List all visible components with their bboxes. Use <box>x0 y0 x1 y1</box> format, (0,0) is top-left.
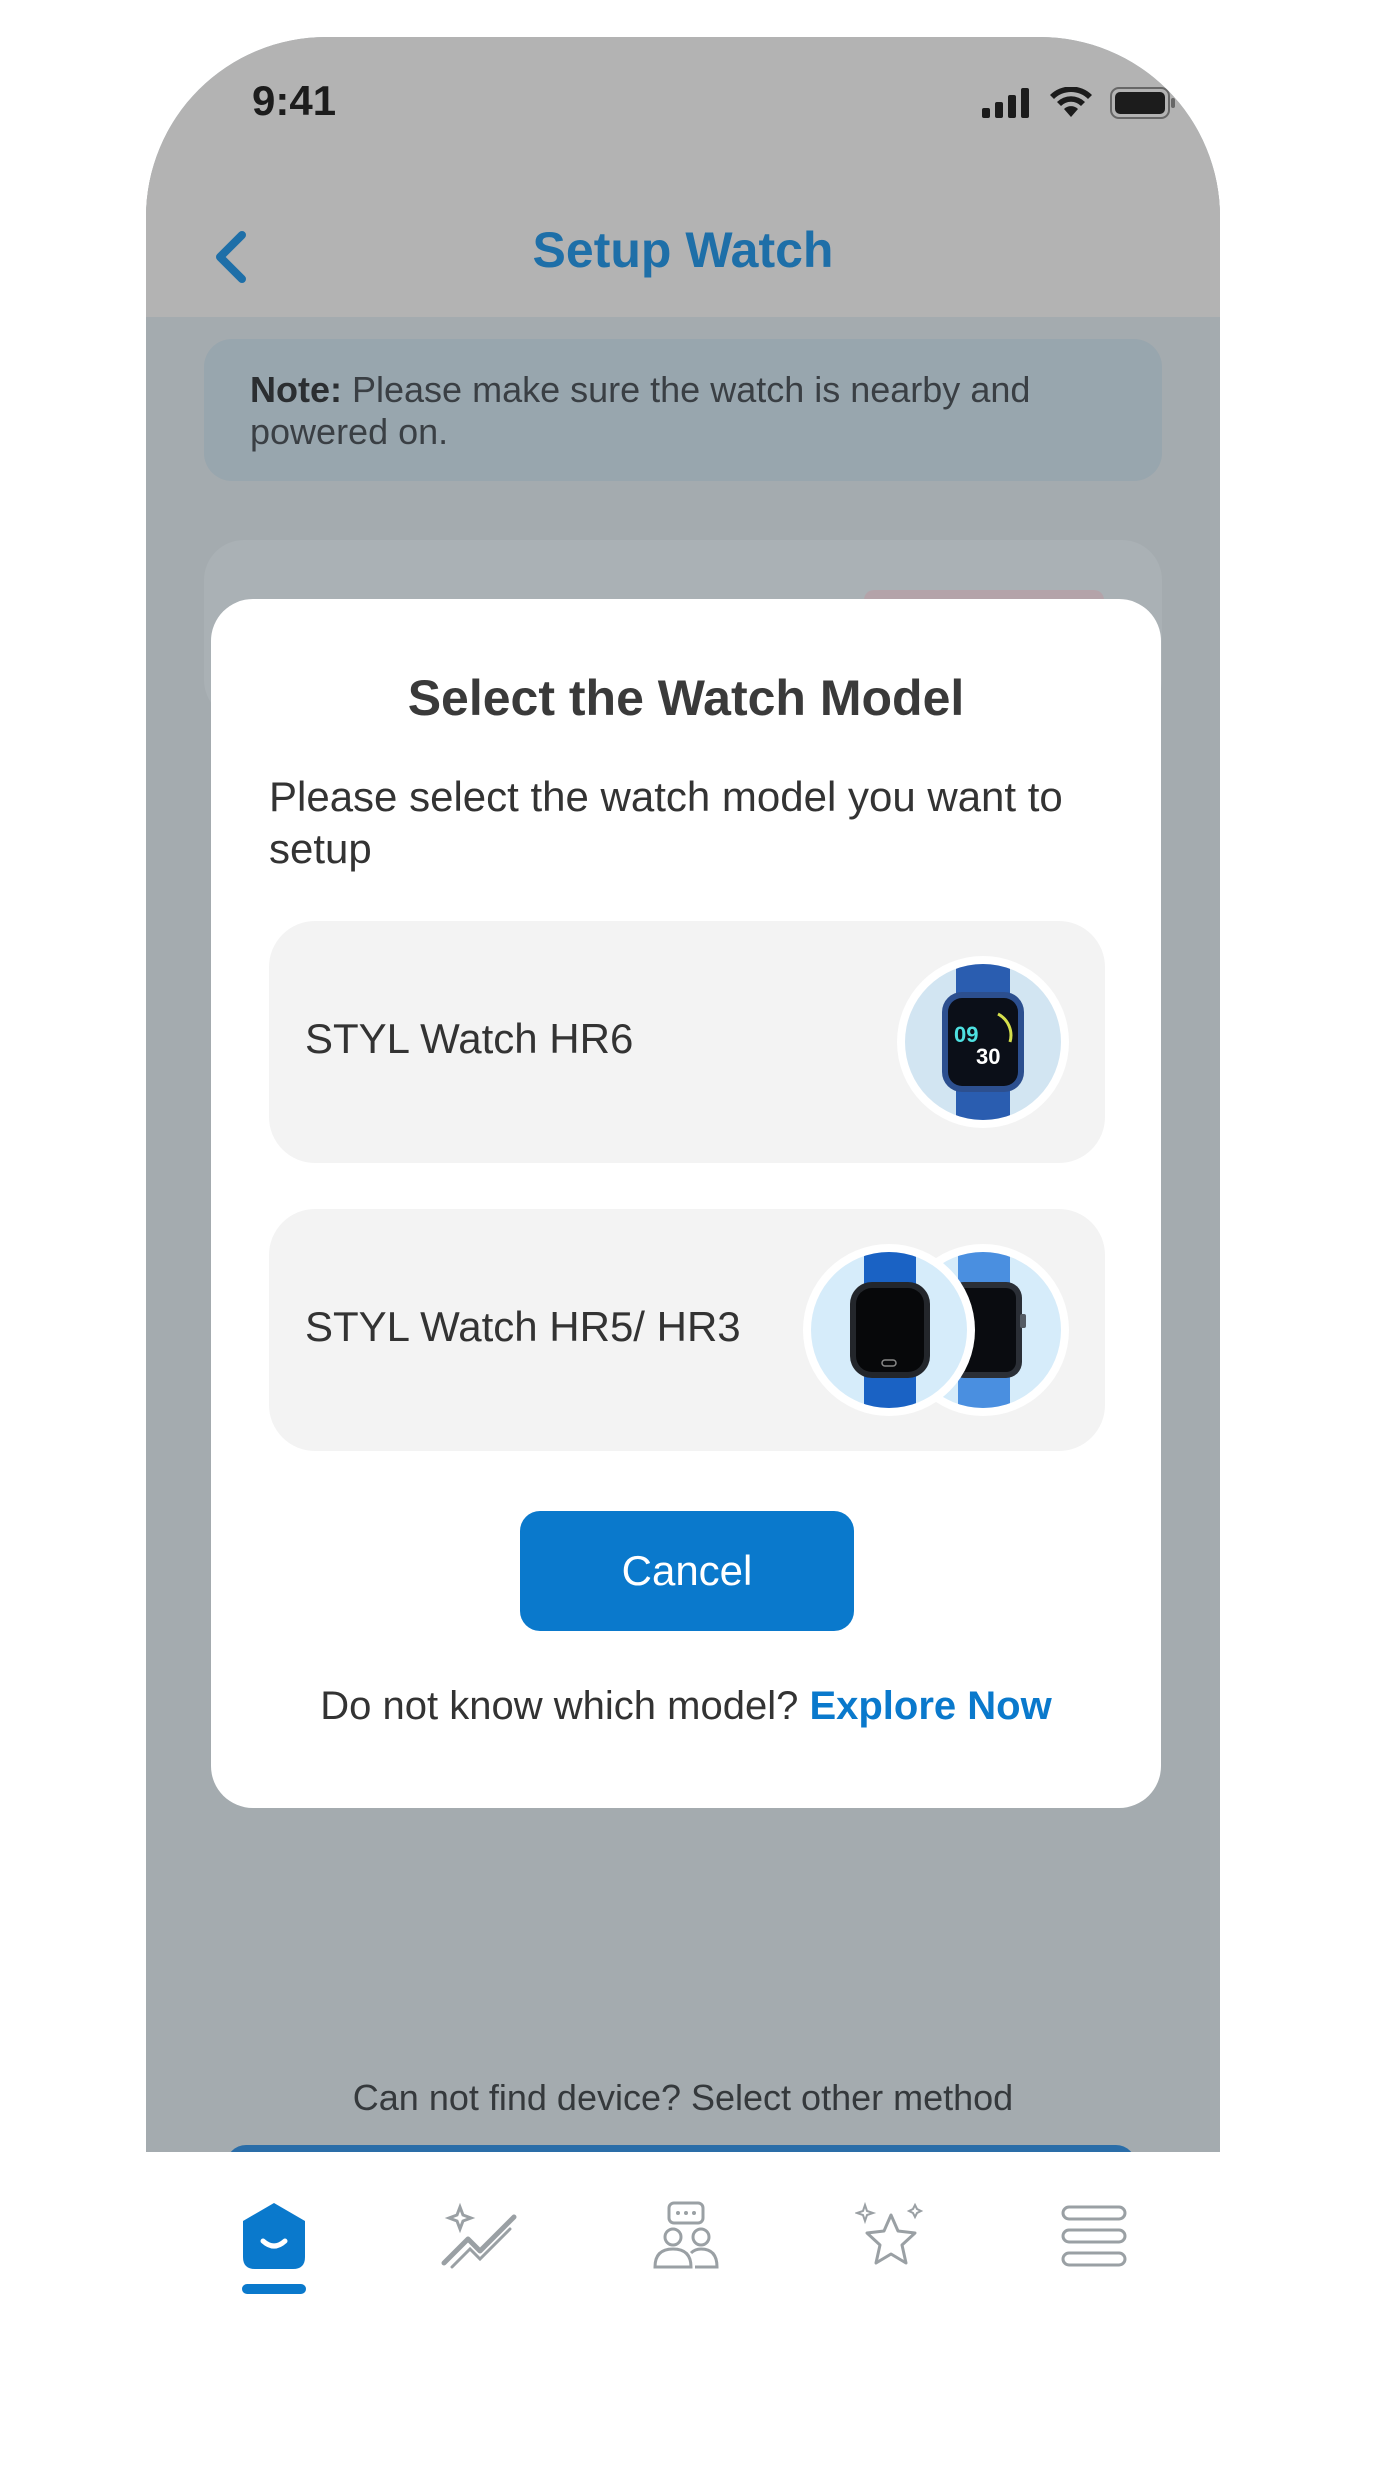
explore-now-link[interactable]: Explore Now <box>809 1684 1051 1728</box>
wifi-icon <box>1050 87 1092 117</box>
svg-text:09: 09 <box>954 1022 978 1047</box>
navigation-bar: Setup Watch <box>146 167 1220 317</box>
svg-text:30: 30 <box>976 1044 1000 1069</box>
select-watch-model-dialog: Select the Watch Model Please select the… <box>211 599 1161 1808</box>
dialog-description: Please select the watch model you want t… <box>269 773 1063 872</box>
dialog-title: Select the Watch Model <box>407 670 965 726</box>
option-label: STYL Watch HR6 <box>305 1015 634 1062</box>
battery-icon <box>1110 87 1175 119</box>
menu-icon <box>1061 2205 1127 2267</box>
home-icon <box>243 2203 305 2269</box>
footer-text: Do not know which model? <box>320 1684 810 1728</box>
status-time: 9:41 <box>252 77 337 124</box>
note-text: Please make sure the watch is nearby and… <box>250 369 1031 452</box>
cancel-button[interactable]: Cancel <box>520 1511 854 1631</box>
background-primary-button <box>226 2145 1136 2152</box>
insights-icon <box>441 2202 517 2269</box>
tab-menu[interactable] <box>1054 2196 1134 2276</box>
watch-hr6-image: 09 30 <box>897 956 1069 1128</box>
active-tab-indicator <box>242 2284 306 2294</box>
bottom-tab-bar <box>146 2152 1220 2332</box>
option-label: STYL Watch HR5/ HR3 <box>305 1303 741 1350</box>
status-icons <box>982 87 1176 119</box>
tab-community[interactable] <box>646 2196 726 2276</box>
note-label: Note: <box>250 369 342 410</box>
tab-insights[interactable] <box>440 2196 520 2276</box>
option-watch-hr6[interactable]: STYL Watch HR6 09 30 <box>269 921 1105 1163</box>
option-watch-hr5-hr3[interactable]: STYL Watch HR5/ HR3 <box>269 1209 1105 1451</box>
watch-hr5-image <box>803 1244 975 1416</box>
other-method-hint[interactable]: Can not find device? Select other method <box>146 2077 1220 2119</box>
signal-icon <box>982 88 1029 118</box>
watch-hr6-graphic: 09 30 <box>942 964 1024 1120</box>
tab-home[interactable] <box>234 2196 314 2276</box>
tab-rewards[interactable] <box>850 2196 930 2276</box>
dialog-footer: Do not know which model? Explore Now <box>211 1684 1161 1729</box>
note-banner: Note: Please make sure the watch is near… <box>204 339 1162 481</box>
watch-hr5-graphic <box>850 1252 930 1408</box>
page-title: Setup Watch <box>532 222 834 278</box>
community-icon <box>653 2201 719 2269</box>
rewards-icon <box>855 2201 924 2265</box>
